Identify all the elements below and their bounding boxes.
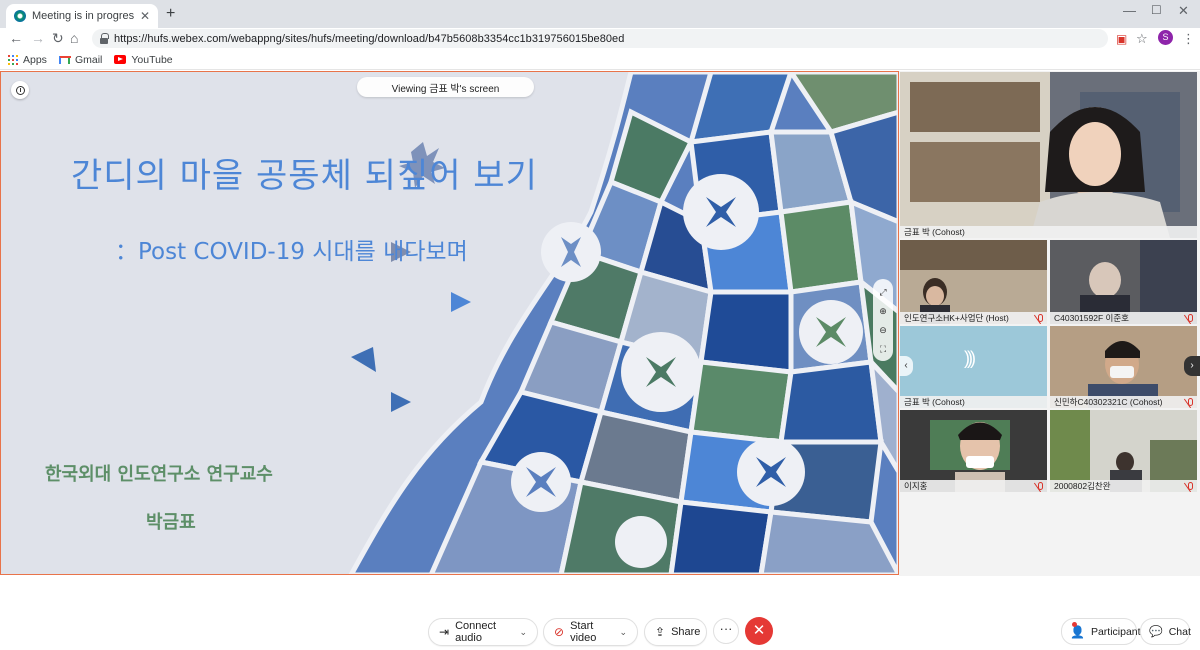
- fit-screen-icon[interactable]: ⛶: [880, 344, 886, 354]
- participants-label: Participants: [1090, 625, 1146, 638]
- chat-button[interactable]: 💬 Chat: [1140, 618, 1191, 645]
- participant-name: 이지홍: [900, 480, 1047, 492]
- participant-video-tile[interactable]: 신민하C40302321C (Cohost): [1050, 326, 1197, 408]
- shared-screen-stage: Viewing 금표 박's screen 간디의 마을 공동체 되짚어 보기 …: [0, 71, 899, 575]
- muted-mic-icon: [1038, 482, 1043, 490]
- muted-mic-icon: [1188, 398, 1193, 406]
- participant-name: 금표 박 (Cohost): [900, 226, 1197, 238]
- tab-title: Meeting is in progress...: [32, 10, 134, 22]
- video-frame-bookshelf: [900, 72, 1197, 238]
- expand-icon[interactable]: ⤢: [879, 287, 886, 297]
- slide-title: 간디의 마을 공동체 되짚어 보기: [71, 156, 538, 196]
- participant-name: 금표 박 (Cohost): [900, 396, 1047, 408]
- menu-kebab-icon[interactable]: ⋮: [1182, 31, 1195, 47]
- minimize-icon[interactable]: —: [1123, 4, 1136, 17]
- window-close-icon[interactable]: ✕: [1178, 4, 1189, 17]
- bookmark-youtube[interactable]: YouTube: [114, 53, 173, 66]
- muted-mic-icon: [1188, 482, 1193, 490]
- muted-mic-icon: [1188, 314, 1193, 322]
- youtube-icon: [114, 55, 127, 64]
- browser-tab-active[interactable]: Meeting is in progress... ✕: [6, 4, 158, 28]
- participant-name: 신민하C40302321C (Cohost): [1050, 396, 1197, 408]
- gmail-icon: [58, 55, 70, 64]
- bookmark-apps[interactable]: Apps: [8, 54, 47, 66]
- meeting-control-bar: ⇥ Connect audio ⌄ ⊘ Start video ⌄ ⇪ Shar…: [0, 611, 1200, 650]
- participant-video-tile[interactable]: 인도연구소HK+사업단 (Host): [900, 240, 1047, 324]
- browser-toolbar: ← → ↻ ⌂ https://hufs.webex.com/webappng/…: [0, 28, 1200, 50]
- participant-name: 인도연구소HK+사업단 (Host): [900, 312, 1047, 324]
- chevron-down-icon[interactable]: ⌄: [619, 627, 627, 638]
- chat-icon: 💬: [1149, 626, 1163, 638]
- start-video-button[interactable]: ⊘ Start video ⌄: [543, 618, 638, 646]
- tab-close-icon[interactable]: ✕: [140, 10, 150, 22]
- participant-video-tile[interactable]: C40301592F 이준호: [1050, 240, 1197, 324]
- bookmark-star-icon[interactable]: ☆: [1136, 31, 1148, 47]
- share-icon: ⇪: [655, 625, 666, 639]
- connect-audio-label: Connect audio: [455, 620, 497, 644]
- webex-favicon-icon: [14, 10, 26, 22]
- audio-active-icon: ))): [964, 348, 976, 368]
- bookmarks-bar: Apps Gmail YouTube: [0, 50, 1200, 70]
- start-video-label: Start video: [570, 620, 597, 644]
- forward-icon[interactable]: →: [31, 31, 45, 45]
- participant-video-tile[interactable]: 2000802김찬완: [1050, 410, 1197, 492]
- profile-avatar[interactable]: S: [1158, 30, 1173, 45]
- address-bar[interactable]: https://hufs.webex.com/webappng/sites/hu…: [92, 29, 1108, 48]
- new-tab-icon[interactable]: +: [166, 6, 175, 22]
- maximize-icon[interactable]: ☐: [1151, 4, 1162, 17]
- zoom-panel: ⤢ ⊕ ⊖ ⛶: [873, 279, 893, 361]
- share-button[interactable]: ⇪ Share: [644, 618, 707, 646]
- participant-audio-tile[interactable]: ))) 금표 박 (Cohost): [900, 326, 1047, 408]
- site-permission-icon[interactable]: ▣: [1116, 32, 1127, 46]
- audio-connect-icon: ⇥: [439, 625, 450, 639]
- leave-meeting-button[interactable]: ✕: [745, 617, 773, 645]
- participant-video-tile[interactable]: 이지홍: [900, 410, 1047, 492]
- browser-tabstrip: Meeting is in progress... ✕ + — ☐ ✕: [0, 0, 1200, 28]
- bookmark-label: Apps: [23, 53, 47, 66]
- connect-audio-button[interactable]: ⇥ Connect audio ⌄: [428, 618, 538, 646]
- notification-dot: [1072, 622, 1077, 627]
- participant-video-active-speaker[interactable]: 금표 박 (Cohost): [900, 72, 1197, 238]
- slide-author-name: 박금표: [146, 512, 196, 533]
- lock-icon: [100, 32, 109, 44]
- slide-subtitle: ：Post COVID-19 시대를 내다보며: [115, 239, 468, 265]
- back-icon[interactable]: ←: [9, 31, 23, 45]
- more-options-button[interactable]: ···: [713, 618, 739, 644]
- muted-mic-icon: [1038, 314, 1043, 322]
- viewing-banner: Viewing 금표 박's screen: [357, 77, 534, 97]
- zoom-out-icon[interactable]: ⊖: [879, 325, 887, 335]
- zoom-in-icon[interactable]: ⊕: [879, 306, 887, 316]
- video-off-icon: ⊘: [554, 625, 565, 639]
- bookmark-label: YouTube: [131, 53, 173, 66]
- share-label: Share: [671, 626, 701, 638]
- previous-page-button[interactable]: ‹: [899, 356, 913, 376]
- participants-button[interactable]: 👤 Participants: [1061, 618, 1146, 645]
- home-icon[interactable]: ⌂: [70, 31, 78, 45]
- next-page-button[interactable]: ›: [1184, 356, 1200, 376]
- info-icon: [15, 85, 25, 95]
- bookmark-label: Gmail: [74, 53, 103, 66]
- reload-icon[interactable]: ↻: [52, 31, 64, 45]
- participant-name: 2000802김찬완: [1050, 480, 1197, 492]
- slide-author-line: 한국외대 인도연구소 연구교수: [45, 464, 273, 485]
- info-button[interactable]: [11, 81, 29, 99]
- url-text: https://hufs.webex.com/webappng/sites/hu…: [114, 32, 625, 45]
- apps-grid-icon: [8, 54, 18, 65]
- bookmark-gmail[interactable]: Gmail: [58, 53, 103, 66]
- chat-label: Chat: [1168, 625, 1191, 638]
- participant-name: C40301592F 이준호: [1050, 312, 1197, 324]
- chevron-down-icon[interactable]: ⌄: [519, 627, 527, 638]
